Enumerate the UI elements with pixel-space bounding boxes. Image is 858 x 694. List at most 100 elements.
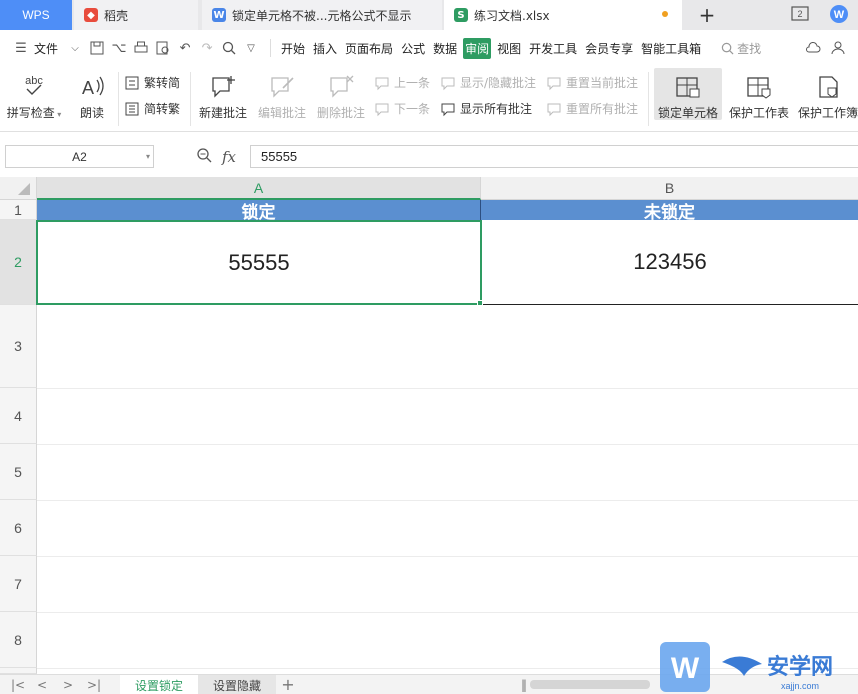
zoom-formula-icon[interactable] [196,147,212,166]
first-sheet-icon[interactable]: |< [10,677,26,693]
fill-handle[interactable] [477,300,483,306]
menu-home[interactable]: 开始 [279,37,307,60]
redo-icon[interactable]: ↷ [196,37,218,59]
wps-home-label: WPS [22,8,50,22]
unsaved-dot-icon [662,11,668,17]
delete-comment-button[interactable]: 删除批注 [314,70,368,121]
sheet-tab-lock[interactable]: 设置锁定 [120,675,198,694]
row-header-3[interactable]: 3 [0,305,37,388]
read-aloud-button[interactable]: A 朗读 [72,70,112,121]
share-user-icon[interactable] [828,37,850,59]
menu-smart-toolbox[interactable]: 智能工具箱 [639,37,703,60]
menu-formulas[interactable]: 公式 [399,37,427,60]
row-header-6[interactable]: 6 [0,500,37,556]
edit-comment-button[interactable]: 编辑批注 [255,70,309,121]
print-preview-icon[interactable] [152,37,174,59]
new-tab-plus-icon[interactable]: + [696,4,718,26]
document-tab-active[interactable]: S 练习文档.xlsx [444,0,682,30]
docer-icon: ◆ [84,8,98,22]
formula-input[interactable]: 55555 [250,145,858,168]
menu-data[interactable]: 数据 [431,37,459,60]
menu-developer[interactable]: 开发工具 [527,37,579,60]
find-icon[interactable] [218,37,240,59]
gridline [37,612,858,613]
watermark-url: xajjn.com [781,681,819,691]
simp-to-trad-icon [124,101,140,117]
svg-text:A: A [82,78,94,98]
edit-comment-icon [255,70,309,100]
name-box[interactable]: A2 ▾ [5,145,154,168]
window-count-icon[interactable]: 2 [790,3,812,25]
docer-tab[interactable]: ◆ 稻壳 [74,0,198,30]
next-sheet-icon[interactable]: > [60,677,76,693]
next-comment-button[interactable]: 下一条 [374,100,430,117]
lock-cell-icon [654,70,722,100]
menu-view[interactable]: 视图 [495,37,523,60]
row-header-5[interactable]: 5 [0,444,37,500]
show-all-comments-button[interactable]: 显示所有批注 [440,100,532,117]
row-header-2[interactable]: 2 [0,220,37,305]
next-comment-icon [374,101,390,117]
protect-sheet-button[interactable]: 保护工作表 [727,70,791,121]
gridline [37,500,858,501]
gridline [37,444,858,445]
read-aloud-label: 朗读 [79,106,104,120]
search-box[interactable]: 查找 [721,40,761,57]
insert-function-fx-icon[interactable]: fx [222,148,236,166]
delete-comment-icon [314,70,368,100]
print-icon[interactable] [130,37,152,59]
row-header-8[interactable]: 8 [0,612,37,668]
next-comment-label: 下一条 [394,102,431,116]
document-tab-word[interactable]: W 锁定单元格不被...元格公式不显示 [202,0,442,30]
protect-workbook-button[interactable]: 保护工作簿 [798,70,858,121]
show-hide-comment-label: 显示/隐藏批注 [460,76,537,90]
cloud-sync-icon[interactable] [802,37,824,59]
simp-to-trad-label: 简转繁 [144,102,181,116]
last-sheet-icon[interactable]: >| [86,677,102,693]
add-sheet-plus-icon[interactable]: + [280,677,296,693]
menu-insert[interactable]: 插入 [311,37,339,60]
spell-check-icon: abc [6,70,62,100]
new-comment-button[interactable]: 新建批注 [196,70,250,121]
cell-b1[interactable]: 未锁定 [481,200,858,223]
cell-b2[interactable]: 123456 [481,220,858,305]
gridline [37,556,858,557]
customize-chevron-icon[interactable]: ▽ [240,37,262,59]
file-menu[interactable]: 文件 [32,37,60,60]
row-header-1[interactable]: 1 [0,200,37,220]
format-painter-icon[interactable]: ⌥ [108,37,130,59]
menu-member[interactable]: 会员专享 [583,37,635,60]
prev-sheet-icon[interactable]: < [34,677,50,693]
trad-to-simp-button[interactable]: 繁转简 [124,74,180,91]
formula-input-value: 55555 [261,149,298,164]
cell-a2[interactable]: 55555 [37,220,481,305]
select-all-corner[interactable] [0,177,37,200]
word-doc-icon: W [212,8,226,22]
edit-comment-label: 编辑批注 [257,106,306,120]
file-chevron-down-icon[interactable]: ⌵ [64,37,86,59]
prev-comment-label: 上一条 [394,76,431,90]
row-header-4[interactable]: 4 [0,388,37,444]
menu-page-layout[interactable]: 页面布局 [343,37,395,60]
wps-home-tab[interactable]: WPS [0,0,72,30]
menu-review[interactable]: 审阅 [463,37,492,59]
search-label: 查找 [737,41,762,56]
horizontal-scrollbar[interactable] [530,680,650,689]
cell-a1[interactable]: 锁定 [37,200,481,223]
row-header-7[interactable]: 7 [0,556,37,612]
prev-comment-button[interactable]: 上一条 [374,74,430,91]
save-icon[interactable] [86,37,108,59]
show-all-comments-icon [440,101,456,117]
spell-check-button[interactable]: abc 拼写检查 ▾ [6,70,62,121]
show-hide-comment-button[interactable]: 显示/隐藏批注 [440,74,536,91]
reset-all-comments-button[interactable]: 重置所有批注 [546,100,638,117]
simp-to-trad-button[interactable]: 简转繁 [124,100,180,117]
hamburger-menu-icon[interactable]: ☰ [10,37,32,59]
sheet-tab-hide[interactable]: 设置隐藏 [198,675,276,694]
undo-icon[interactable]: ↶ [174,37,196,59]
lock-cell-button[interactable]: 锁定单元格 [654,70,722,121]
wps-account-icon[interactable]: W [828,3,850,25]
reset-all-comments-icon [546,101,562,117]
name-box-dropdown-icon[interactable]: ▾ [146,152,150,161]
reset-current-comment-button[interactable]: 重置当前批注 [546,74,638,91]
